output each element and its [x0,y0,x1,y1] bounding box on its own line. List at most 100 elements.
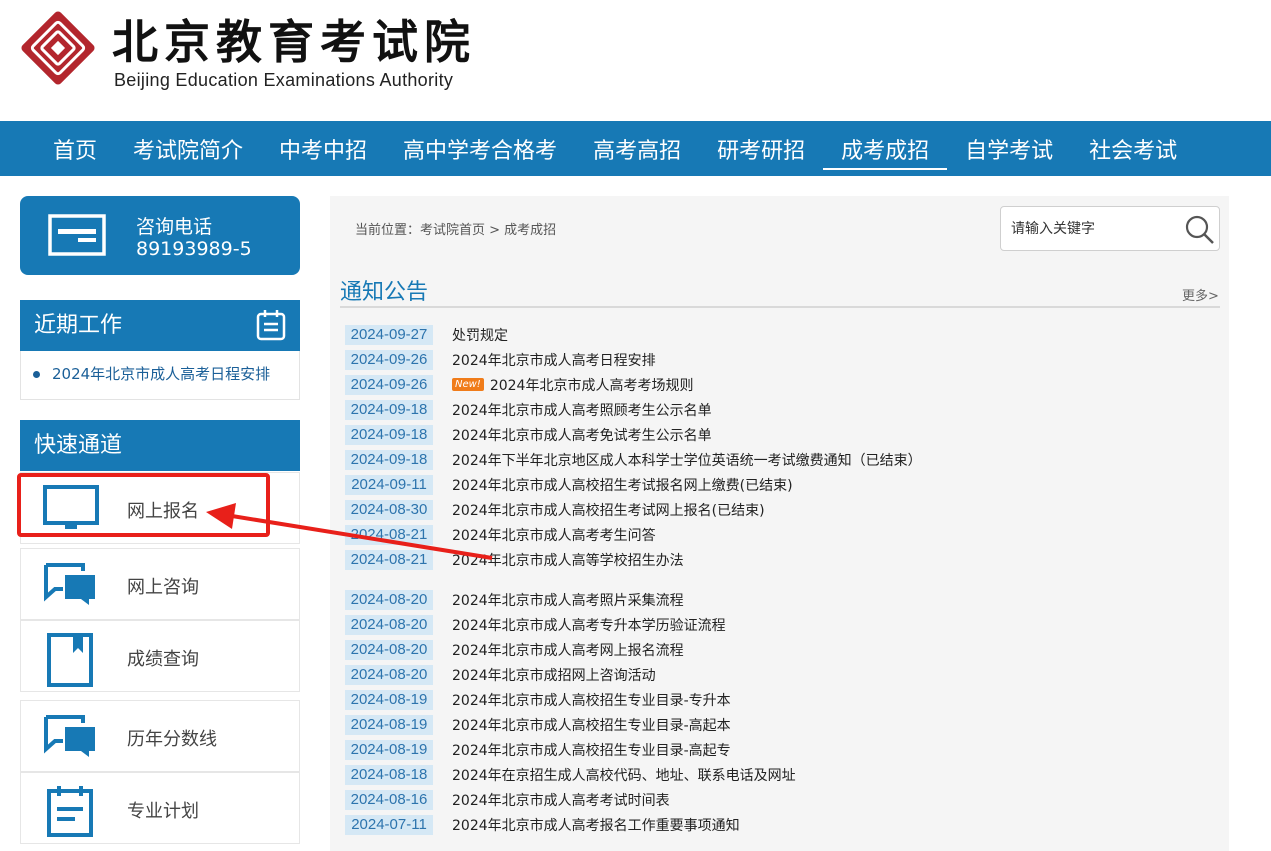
notice-title: 通知公告 [340,280,429,305]
news-item[interactable]: 2024-08-19 2024年北京市成人高校招生专业目录-高起专 [345,737,1215,762]
news-date: 2024-08-19 [345,689,433,710]
news-date: 2024-09-11 [345,474,433,495]
news-title[interactable]: 2024年在京招生成人高校代码、地址、联系电话及网址 [452,765,796,785]
breadcrumb: 当前位置：考试院首页 > 成考成招 [355,223,557,238]
quick-online-consult[interactable]: 网上咨询 [20,548,300,620]
quick-channel-title: 快速通道 [34,433,123,458]
news-title[interactable]: 2024年北京市成人高考网上报名流程 [452,640,684,660]
recent-work-link[interactable]: 2024年北京市成人高考日程安排 [52,363,270,384]
news-title[interactable]: 2024年北京市成人高考考场规则 [490,375,694,395]
highlight-box [17,473,270,537]
news-item[interactable]: 2024-08-21 2024年北京市成人高等学校招生办法 [345,547,1215,572]
nav-shehui[interactable]: 社会考试 [1071,121,1195,176]
news-date: 2024-09-18 [345,399,433,420]
quick-score-lines-label: 历年分数线 [127,729,217,750]
news-date: 2024-09-27 [345,324,433,345]
search-box [1000,206,1220,251]
news-title[interactable]: 2024年北京市成招网上咨询活动 [452,665,656,685]
news-item[interactable]: 2024-08-30 2024年北京市成人高校招生考试网上报名(已结束) [345,497,1215,522]
quick-online-consult-label: 网上咨询 [127,577,199,598]
news-date: 2024-08-30 [345,499,433,520]
nav-gaokao[interactable]: 高考高招 [575,121,699,176]
news-item[interactable]: 2024-07-11 2024年北京市成人高考报名工作重要事项通知 [345,812,1215,837]
news-title[interactable]: 2024年下半年北京地区成人本科学士学位英语统一考试缴费通知（已结束） [452,450,922,470]
news-item[interactable]: 2024-08-21 2024年北京市成人高考考生问答 [345,522,1215,547]
chat-bubbles-icon [44,715,95,757]
news-date: 2024-09-18 [345,424,433,445]
news-item[interactable]: 2024-08-19 2024年北京市成人高校招生专业目录-高起本 [345,712,1215,737]
search-icon[interactable] [1185,215,1215,245]
news-date: 2024-08-21 [345,549,433,570]
news-title[interactable]: 2024年北京市成人高考考试时间表 [452,790,670,810]
news-item[interactable]: 2024-08-19 2024年北京市成人高校招生专业目录-专升本 [345,687,1215,712]
nav-zhongkao[interactable]: 中考中招 [261,121,385,176]
news-date: 2024-09-18 [345,449,433,470]
quick-score-lines[interactable]: 历年分数线 [20,700,300,772]
news-item[interactable]: 2024-09-26 New! 2024年北京市成人高考考场规则 [345,372,1215,397]
news-title[interactable]: 2024年北京市成人高校招生专业目录-高起本 [452,715,731,735]
quick-major-plan-label: 专业计划 [127,801,199,822]
news-title[interactable]: 2024年北京市成人高考免试考生公示名单 [452,425,712,445]
news-date: 2024-08-19 [345,714,433,735]
nav-chengkao[interactable]: 成考成招 [823,121,948,176]
news-date: 2024-08-16 [345,789,433,810]
main-nav: 首页 考试院简介 中考中招 高中学考合格考 高考高招 研考研招 成考成招 自学考… [0,121,1271,176]
news-title[interactable]: 2024年北京市成人高考考生问答 [452,525,656,545]
news-title[interactable]: 2024年北京市成人高校招生专业目录-专升本 [452,690,731,710]
news-item[interactable]: 2024-09-18 2024年北京市成人高考免试考生公示名单 [345,422,1215,447]
site-header: 北京教育考试院 Beijing Education Examinations A… [0,0,1271,121]
search-input[interactable] [1011,219,1171,239]
news-item[interactable]: 2024-08-20 2024年北京市成招网上咨询活动 [345,662,1215,687]
hotline-label: 咨询电话 [136,216,213,238]
news-date: 2024-07-11 [345,814,433,835]
news-date: 2024-09-26 [345,374,433,395]
nav-xuekao[interactable]: 高中学考合格考 [385,121,575,176]
news-item[interactable]: 2024-09-18 2024年下半年北京地区成人本科学士学位英语统一考试缴费通知… [345,447,1215,472]
news-title[interactable]: 2024年北京市成人高考报名工作重要事项通知 [452,815,740,835]
news-item[interactable]: 2024-08-20 2024年北京市成人高考照片采集流程 [345,587,1215,612]
news-date: 2024-08-20 [345,639,433,660]
news-item[interactable]: 2024-09-18 2024年北京市成人高考照顾考生公示名单 [345,397,1215,422]
news-title[interactable]: 2024年北京市成人高校招生专业目录-高起专 [452,740,731,760]
news-title[interactable]: 处罚规定 [452,325,508,345]
more-link[interactable]: 更多> [1182,285,1219,304]
news-title[interactable]: 2024年北京市成人高校招生考试报名网上缴费(已结束) [452,475,793,495]
news-title[interactable]: 2024年北京市成人高考照顾考生公示名单 [452,400,712,420]
news-title[interactable]: 2024年北京市成人高校招生考试网上报名(已结束) [452,500,765,520]
recent-work-header: 近期工作 [20,300,300,351]
nav-home[interactable]: 首页 [35,121,115,176]
news-item[interactable]: 2024-08-18 2024年在京招生成人高校代码、地址、联系电话及网址 [345,762,1215,787]
news-item[interactable]: 2024-08-16 2024年北京市成人高考考试时间表 [345,787,1215,812]
clipboard-icon [47,786,93,837]
recent-work-title: 近期工作 [34,313,123,338]
nav-zikao[interactable]: 自学考试 [947,121,1071,176]
news-item[interactable]: 2024-09-11 2024年北京市成人高校招生考试报名网上缴费(已结束) [345,472,1215,497]
news-date: 2024-09-26 [345,349,433,370]
hotline-card: 咨询电话 89193989-5 [20,196,300,275]
quick-major-plan[interactable]: 专业计划 [20,772,300,844]
bjeea-logo-icon[interactable] [18,8,98,88]
news-item[interactable]: 2024-09-26 2024年北京市成人高考日程安排 [345,347,1215,372]
nav-yankao[interactable]: 研考研招 [699,121,823,176]
news-date: 2024-08-20 [345,589,433,610]
news-item[interactable]: 2024-08-20 2024年北京市成人高考专升本学历验证流程 [345,612,1215,637]
site-title-cn: 北京教育考试院 [112,15,476,69]
site-title-en: Beijing Education Examinations Authority [114,70,454,90]
nav-about[interactable]: 考试院简介 [115,121,261,176]
bullet-dot-icon [33,371,40,378]
news-item[interactable]: 2024-08-20 2024年北京市成人高考网上报名流程 [345,637,1215,662]
quick-channel-header: 快速通道 [20,420,300,471]
news-title[interactable]: 2024年北京市成人高考照片采集流程 [452,590,684,610]
news-item[interactable]: 2024-09-27 处罚规定 [345,322,1215,347]
news-title[interactable]: 2024年北京市成人高考专升本学历验证流程 [452,615,726,635]
quick-score-query-label: 成绩查询 [127,649,199,670]
quick-score-query[interactable]: 成绩查询 [20,620,300,692]
news-date: 2024-08-20 [345,614,433,635]
news-date: 2024-08-20 [345,664,433,685]
news-title[interactable]: 2024年北京市成人高等学校招生办法 [452,550,684,570]
news-title[interactable]: 2024年北京市成人高考日程安排 [452,350,656,370]
calendar-icon [256,310,286,341]
hotline-number: 89193989-5 [136,238,252,260]
new-badge: New! [452,378,484,391]
news-date: 2024-08-21 [345,524,433,545]
